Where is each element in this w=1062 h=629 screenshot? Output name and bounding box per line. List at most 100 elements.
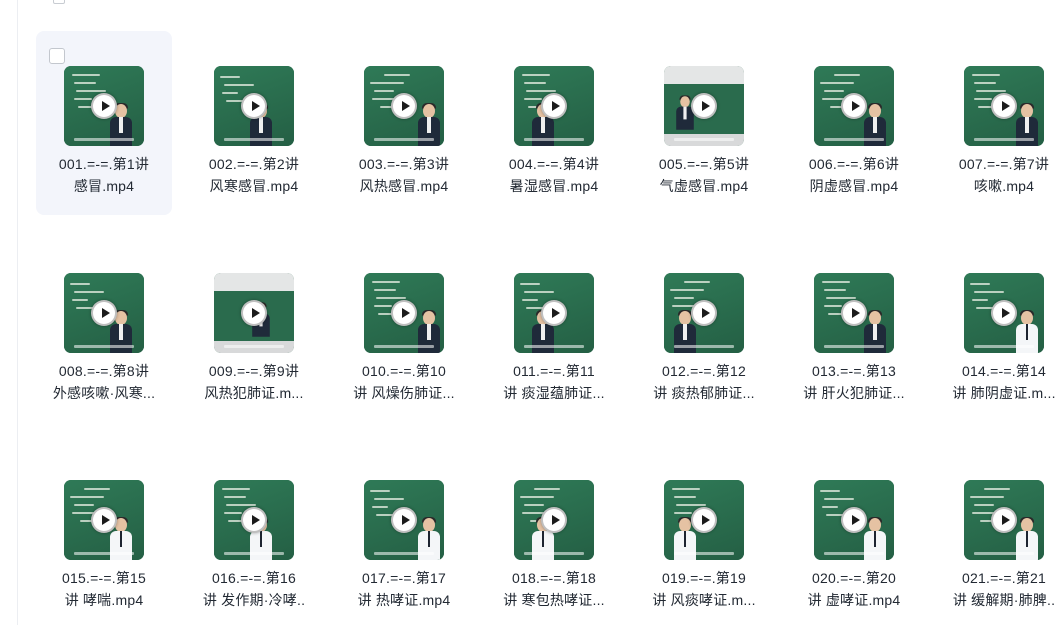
play-icon[interactable] [391,93,417,119]
file-tile[interactable]: 017.=-=.第17 讲 热哮证.mp4 [336,445,472,629]
lecturer-shirt [541,324,545,340]
file-tile[interactable]: 012.=-=.第12 讲 痰热郁肺证... [636,238,772,422]
lecturer-head [869,518,881,532]
play-icon[interactable] [541,300,567,326]
play-icon[interactable] [541,93,567,119]
file-tile[interactable]: 009.=-=.第9讲 风热犯肺证.m... [186,238,322,422]
file-tile[interactable]: 008.=-=.第8讲 外感咳嗽·风寒... [36,238,172,422]
file-tile[interactable]: 001.=-=.第1讲 感冒.mp4 [36,31,172,215]
video-thumbnail[interactable] [214,66,294,146]
play-icon[interactable] [91,300,117,326]
file-name-line2: 风热犯肺证.m... [204,385,304,401]
video-thumbnail[interactable] [964,66,1044,146]
chalk-writing [220,76,240,78]
play-icon[interactable] [991,507,1017,533]
video-thumbnail[interactable] [514,480,594,560]
video-thumbnail[interactable] [664,273,744,353]
lecturer-shirt [259,117,263,133]
file-tile[interactable]: 014.=-=.第14 讲 肺阴虚证.m... [936,238,1062,422]
play-icon[interactable] [91,93,117,119]
play-icon[interactable] [241,300,267,326]
play-icon[interactable] [391,507,417,533]
chalk-writing [824,289,846,291]
video-subtitle-bar [374,138,434,141]
file-tile[interactable]: 019.=-=.第19 讲 风痰哮证.m... [636,445,772,629]
video-thumbnail[interactable] [214,273,294,353]
lecturer-shirt [542,531,544,547]
video-thumbnail[interactable] [964,480,1044,560]
play-icon[interactable] [241,507,267,533]
file-tile[interactable]: 011.=-=.第11 讲 痰湿蕴肺证... [486,238,622,422]
lecturer-shirt [428,531,430,547]
video-thumbnail[interactable] [664,66,744,146]
checkbox-icon[interactable] [49,48,65,64]
file-name-line1: 011.=-=.第11 [513,363,595,379]
chalk-writing [674,496,696,498]
play-icon[interactable] [91,507,117,533]
file-tile[interactable]: 015.=-=.第15 讲 哮喘.mp4 [36,445,172,629]
chalk-writing [70,283,90,285]
file-tile[interactable]: 020.=-=.第20 讲 虚哮证.mp4 [786,445,922,629]
chalk-writing [522,299,538,301]
file-tile[interactable]: 016.=-=.第16 讲 发作期·冷哮.. [186,445,322,629]
video-thumbnail[interactable] [514,273,594,353]
file-tile[interactable]: 021.=-=.第21 讲 缓解期·肺脾.. [936,445,1062,629]
file-name-line2: 讲 痰热郁肺证... [653,385,755,401]
video-subtitle-bar [74,345,134,348]
lecturer-shirt [874,531,876,547]
video-thumbnail[interactable] [814,273,894,353]
chalk-writing [374,498,404,500]
video-thumbnail[interactable] [364,66,444,146]
play-icon[interactable] [841,93,867,119]
file-tile[interactable]: 018.=-=.第18 讲 寒包热哮证... [486,445,622,629]
video-thumbnail[interactable] [814,480,894,560]
file-tile[interactable]: 006.=-=.第6讲 阴虚感冒.mp4 [786,31,922,215]
video-thumbnail[interactable] [364,480,444,560]
file-tile[interactable]: 004.=-=.第4讲 暑湿感冒.mp4 [486,31,622,215]
file-tile[interactable]: 007.=-=.第7讲 咳嗽.mp4 [936,31,1062,215]
play-icon[interactable] [991,300,1017,326]
video-thumbnail[interactable] [514,66,594,146]
chalk-writing [974,291,1004,293]
video-thumbnail[interactable] [364,273,444,353]
file-tile[interactable]: 010.=-=.第10 讲 风燥伤肺证... [336,238,472,422]
file-tile[interactable]: 002.=-=.第2讲 风寒感冒.mp4 [186,31,322,215]
video-thumbnail[interactable] [964,273,1044,353]
play-icon[interactable] [241,93,267,119]
video-thumbnail[interactable] [664,480,744,560]
chalk-writing [74,82,96,84]
file-name-line2: 感冒.mp4 [73,178,135,194]
play-icon[interactable] [841,300,867,326]
play-icon[interactable] [691,507,717,533]
chalk-writing [70,496,104,498]
chalk-writing [384,74,410,76]
chalk-writing [534,488,560,490]
file-name-line2: 咳嗽.mp4 [973,178,1035,194]
file-tile[interactable]: 003.=-=.第3讲 风热感冒.mp4 [336,31,472,215]
file-name-line2: 风寒感冒.mp4 [209,178,299,194]
file-name: 016.=-=.第16 讲 发作期·冷哮.. [190,567,318,611]
video-thumbnail[interactable] [64,480,144,560]
play-icon[interactable] [991,93,1017,119]
play-icon[interactable] [841,507,867,533]
file-tile[interactable]: 013.=-=.第13 讲 肝火犯肺证... [786,238,922,422]
lecturer-shirt [427,324,431,340]
file-name-line1: 007.=-=.第7讲 [958,156,1050,172]
play-icon[interactable] [541,507,567,533]
file-name-line2: 讲 风痰哮证.m... [652,592,756,608]
play-icon[interactable] [691,300,717,326]
video-subtitle-bar [74,552,134,555]
video-subtitle-bar [674,552,734,555]
file-name: 008.=-=.第8讲 外感咳嗽·风寒... [40,360,168,404]
video-thumbnail[interactable] [214,480,294,560]
video-thumbnail[interactable] [814,66,894,146]
chalk-writing [222,92,238,94]
file-name-line1: 020.=-=.第20 [812,570,896,586]
play-icon[interactable] [391,300,417,326]
chalk-writing [970,496,1004,498]
video-thumbnail[interactable] [64,66,144,146]
play-icon[interactable] [691,93,717,119]
video-thumbnail[interactable] [64,273,144,353]
file-tile[interactable]: 005.=-=.第5讲 气虚感冒.mp4 [636,31,772,215]
chalk-writing [670,289,704,291]
